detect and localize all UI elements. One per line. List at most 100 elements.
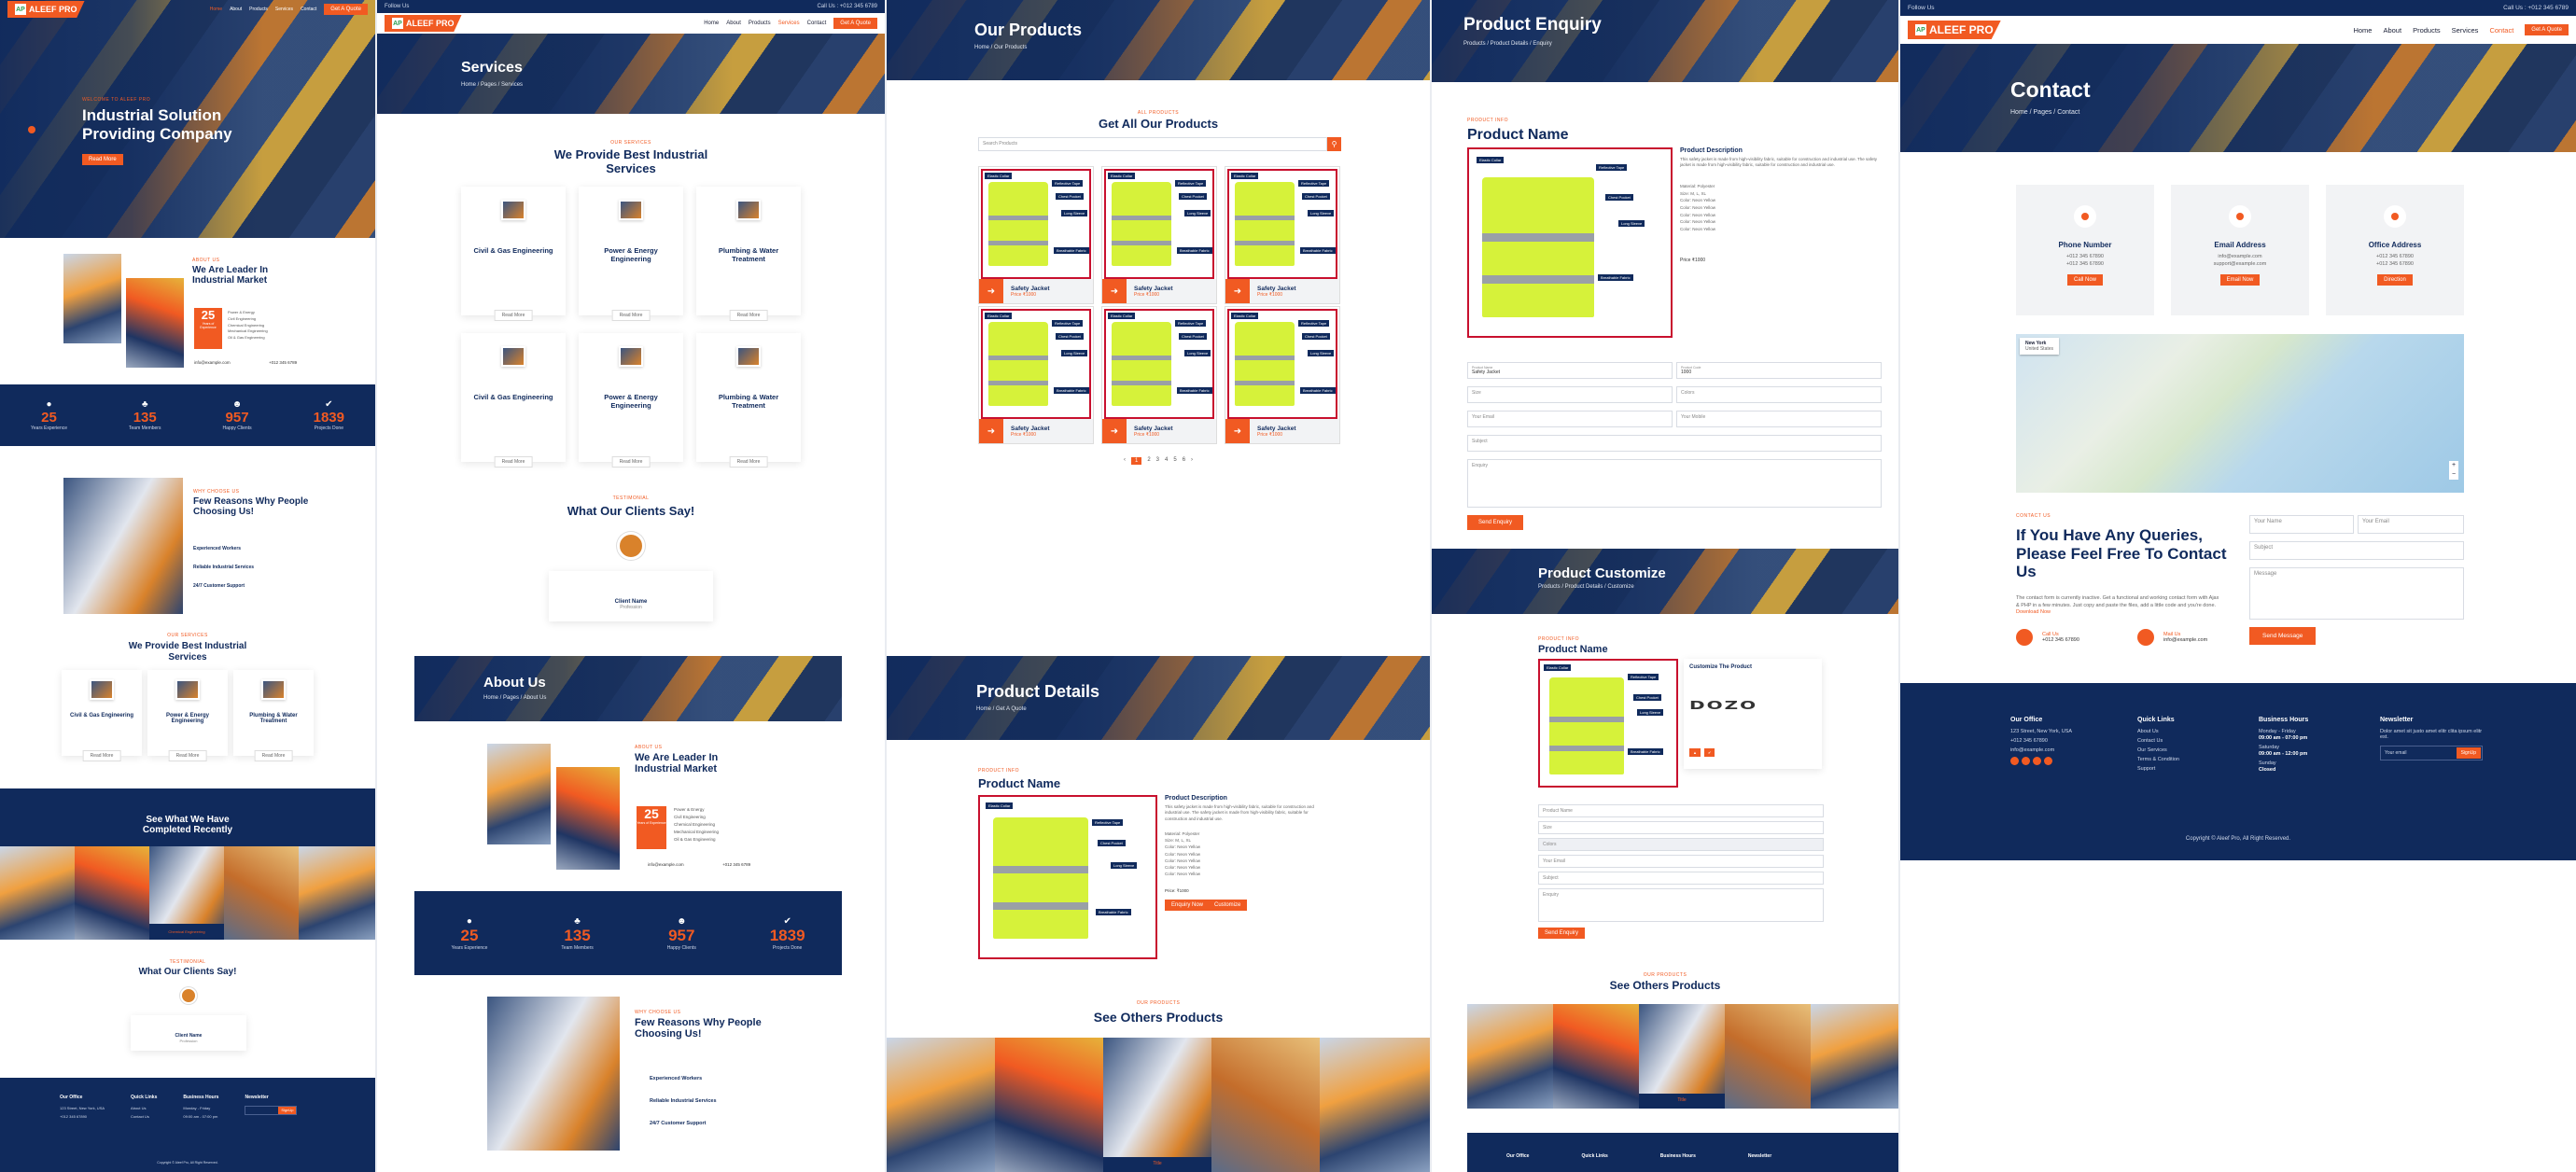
other-product-image[interactable] [1103,1038,1211,1172]
mobile-field[interactable]: Your Mobile [1676,411,1882,427]
enquiry-now-button[interactable]: Enquiry Now [1165,900,1211,911]
page-link[interactable]: 4 [1165,457,1168,465]
read-more-button[interactable]: Read More [611,310,651,321]
contact-card-button[interactable]: Email Now [2219,274,2261,286]
upload-button[interactable]: ▲ [1689,748,1701,757]
youtube-icon[interactable] [2033,757,2041,765]
read-more-button[interactable]: Read More [729,456,768,467]
footer-link[interactable]: Contact Us [2137,738,2206,744]
customize-field[interactable]: Product Name [1538,804,1824,817]
other-product-image[interactable] [1725,1004,1811,1109]
size-field[interactable]: Size [1467,386,1673,403]
other-product-image[interactable] [1811,1004,1898,1109]
contact-card-button[interactable]: Call Now [2066,274,2103,286]
leader-phone[interactable]: +012 345 6789 [269,360,297,365]
nav-item[interactable]: About [230,7,242,12]
nav-item[interactable]: Contact [2489,26,2513,35]
slider-dot[interactable] [28,126,35,133]
arrow-right-icon[interactable]: ➜ [1225,419,1250,443]
arrow-right-icon[interactable]: ➜ [1102,279,1127,303]
nav-item[interactable]: About [2383,26,2401,35]
send-customize-button[interactable]: Send Enquiry [1538,928,1586,939]
service-card[interactable]: Civil & Gas Engineering Read More [62,670,142,761]
nav-item[interactable]: Home [704,21,719,26]
footer-link[interactable]: Our Services [2137,747,2206,753]
other-product-image[interactable] [1553,1004,1639,1109]
brand-logo[interactable]: AP ALEEF PRO [385,15,462,32]
name-input[interactable]: Your Name [2249,515,2354,534]
service-card[interactable]: Power & Energy Engineering Read More [579,187,683,321]
map-embed[interactable]: New York United States + − [2016,334,2464,493]
email-input[interactable]: Your Email [2358,515,2464,534]
arrow-right-icon[interactable]: ➜ [1102,419,1127,443]
service-card[interactable]: Civil & Gas Engineering Read More [461,333,566,467]
message-textarea[interactable]: Message [2249,567,2464,620]
arrow-right-icon[interactable]: ➜ [979,279,1003,303]
nav-item[interactable]: Home [210,7,222,12]
nav-item[interactable]: About [726,21,741,26]
colors-field[interactable]: Colors [1676,386,1882,403]
contact-card-button[interactable]: Direction [2377,274,2413,286]
get-quote-button[interactable]: Get A Quote [2525,24,2569,35]
page-link[interactable]: 1 [1130,457,1142,465]
service-card[interactable]: Power & Energy Engineering Read More [579,333,683,467]
customize-button[interactable]: Customize [1208,900,1248,911]
facebook-icon[interactable] [2022,757,2030,765]
product-card[interactable]: Elastic Collar Reflective Tape Chest Pocke… [1225,306,1340,444]
arrow-right-icon[interactable]: ➜ [979,419,1003,443]
other-product-image[interactable] [1320,1038,1430,1172]
newsletter-input[interactable]: SignUp [245,1106,298,1115]
about-phone[interactable]: +012 345 6789 [722,862,750,867]
twitter-icon[interactable] [2010,757,2019,765]
page-link[interactable]: 6 [1183,457,1185,465]
project-image[interactable] [299,846,375,940]
newsletter-signup-button[interactable]: SignUp [278,1107,297,1114]
product-card[interactable]: Elastic Collar Reflective Tape Chest Pocke… [1101,306,1217,444]
other-product-image[interactable] [1211,1038,1320,1172]
download-link[interactable]: Download Now [2016,609,2051,615]
customize-textarea[interactable]: Enquiry [1538,888,1824,922]
customize-field[interactable]: Subject [1538,872,1824,885]
project-image[interactable] [0,846,75,940]
project-image[interactable] [75,846,149,940]
product-name-field[interactable]: Product Name Safety Jacket [1467,362,1673,379]
read-more-button[interactable]: Read More [168,750,207,761]
read-more-button[interactable]: Read More [494,310,533,321]
send-enquiry-button[interactable]: Send Enquiry [1467,515,1524,530]
other-product-image[interactable] [995,1038,1103,1172]
project-image[interactable] [224,846,299,940]
brand-logo[interactable]: AP ALEEF PRO [7,1,85,18]
page-prev[interactable]: ‹ [1124,457,1126,465]
newsletter-signup-button[interactable]: SignUp [2456,747,2481,759]
enquiry-textarea[interactable]: Enquiry [1467,459,1882,508]
nav-item[interactable]: Home [2353,26,2372,35]
linkedin-icon[interactable] [2044,757,2052,765]
arrow-right-icon[interactable]: ➜ [1225,279,1250,303]
map-zoom-controls[interactable]: + − [2449,461,2458,480]
product-card[interactable]: Elastic Collar Reflective Tape Chest Pocke… [978,166,1094,304]
read-more-button[interactable]: Read More [494,456,533,467]
email-field[interactable]: Your Email [1467,411,1673,427]
nav-item[interactable]: Products [2413,26,2441,35]
product-search-input[interactable]: Search Products [978,137,1327,151]
product-code-field[interactable]: Product Code 1000 [1676,362,1882,379]
product-card[interactable]: Elastic Collar Reflective Tape Chest Pocke… [1225,166,1340,304]
newsletter-input[interactable]: Your email SignUp [2380,746,2483,760]
hero-read-more-button[interactable]: Read More [82,154,123,165]
service-card[interactable]: Plumbing & Water Treatment Read More [696,333,801,467]
footer-link[interactable]: Contact Us [131,1114,157,1119]
nav-item[interactable]: Products [749,21,771,26]
service-card[interactable]: Plumbing & Water Treatment Read More [233,670,314,761]
customize-field[interactable]: Size [1538,821,1824,834]
subject-input[interactable]: Subject [2249,541,2464,560]
footer-link[interactable]: Terms & Condition [2137,757,2206,762]
nav-item[interactable]: Services [2452,26,2479,35]
service-card[interactable]: Civil & Gas Engineering Read More [461,187,566,321]
nav-item[interactable]: Services [778,21,800,26]
about-email[interactable]: info@example.com [648,862,684,867]
nav-item[interactable]: Services [275,7,293,12]
brand-logo[interactable]: AP ALEEF PRO [1908,21,2001,39]
get-quote-button[interactable]: Get A Quote [324,4,368,15]
page-next[interactable]: › [1191,457,1193,465]
search-icon[interactable]: ⚲ [1327,137,1341,151]
